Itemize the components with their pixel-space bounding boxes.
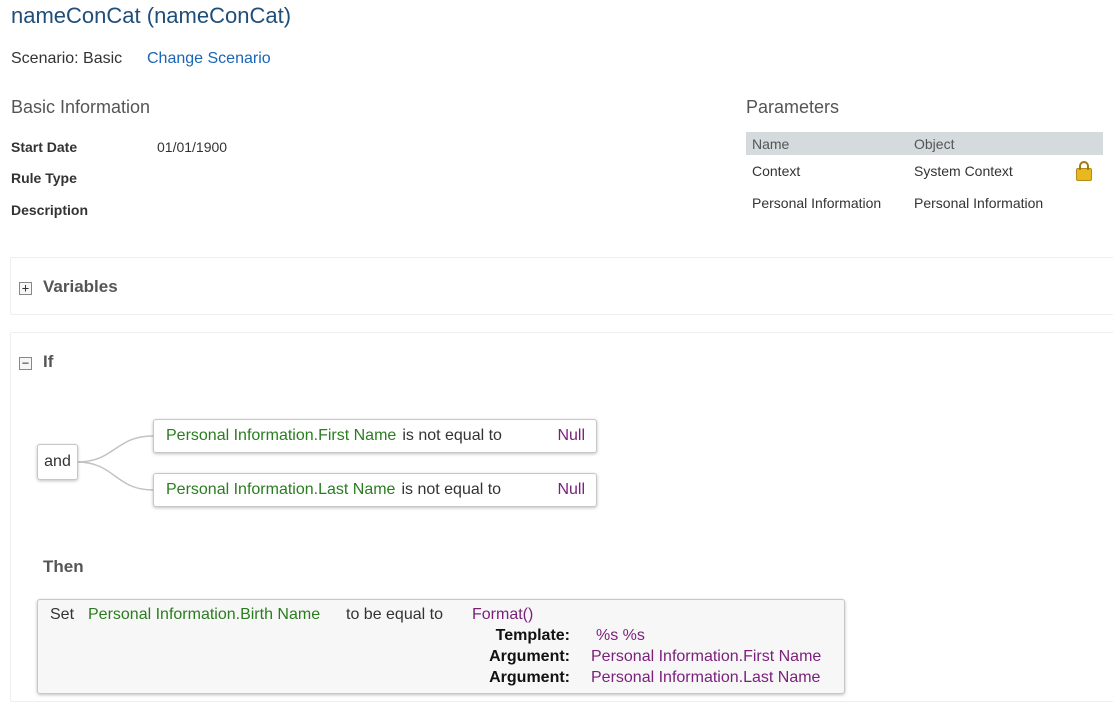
condition-value[interactable]: Null xyxy=(557,481,585,499)
argument-label: Argument: xyxy=(489,669,570,686)
connector-line-bottom xyxy=(76,461,154,491)
template-value[interactable]: %s %s xyxy=(596,627,645,645)
condition-field[interactable]: Personal Information.First Name xyxy=(166,427,396,445)
then-title: Then xyxy=(43,557,84,576)
argument-label: Argument: xyxy=(489,648,570,665)
condition-field[interactable]: Personal Information.Last Name xyxy=(166,481,395,499)
action-operator[interactable]: to be equal to xyxy=(346,606,443,624)
template-label: Template: xyxy=(495,627,570,644)
action-function[interactable]: Format() xyxy=(472,606,533,624)
condition-first-name[interactable]: Personal Information.First Name is not e… xyxy=(153,419,597,453)
condition-last-name[interactable]: Personal Information.Last Name is not eq… xyxy=(153,473,597,507)
argument-value[interactable]: Personal Information.Last Name xyxy=(591,669,820,687)
then-action-box[interactable]: Set Personal Information.Birth Name to b… xyxy=(37,599,845,694)
and-operator[interactable]: and xyxy=(37,444,78,480)
argument-value[interactable]: Personal Information.First Name xyxy=(591,648,821,666)
action-verb: Set xyxy=(50,606,75,623)
condition-operator[interactable]: is not equal to xyxy=(402,427,502,445)
action-target[interactable]: Personal Information.Birth Name xyxy=(88,606,320,624)
condition-value[interactable]: Null xyxy=(557,427,585,445)
connector-line-top xyxy=(76,435,154,463)
condition-operator[interactable]: is not equal to xyxy=(401,481,501,499)
